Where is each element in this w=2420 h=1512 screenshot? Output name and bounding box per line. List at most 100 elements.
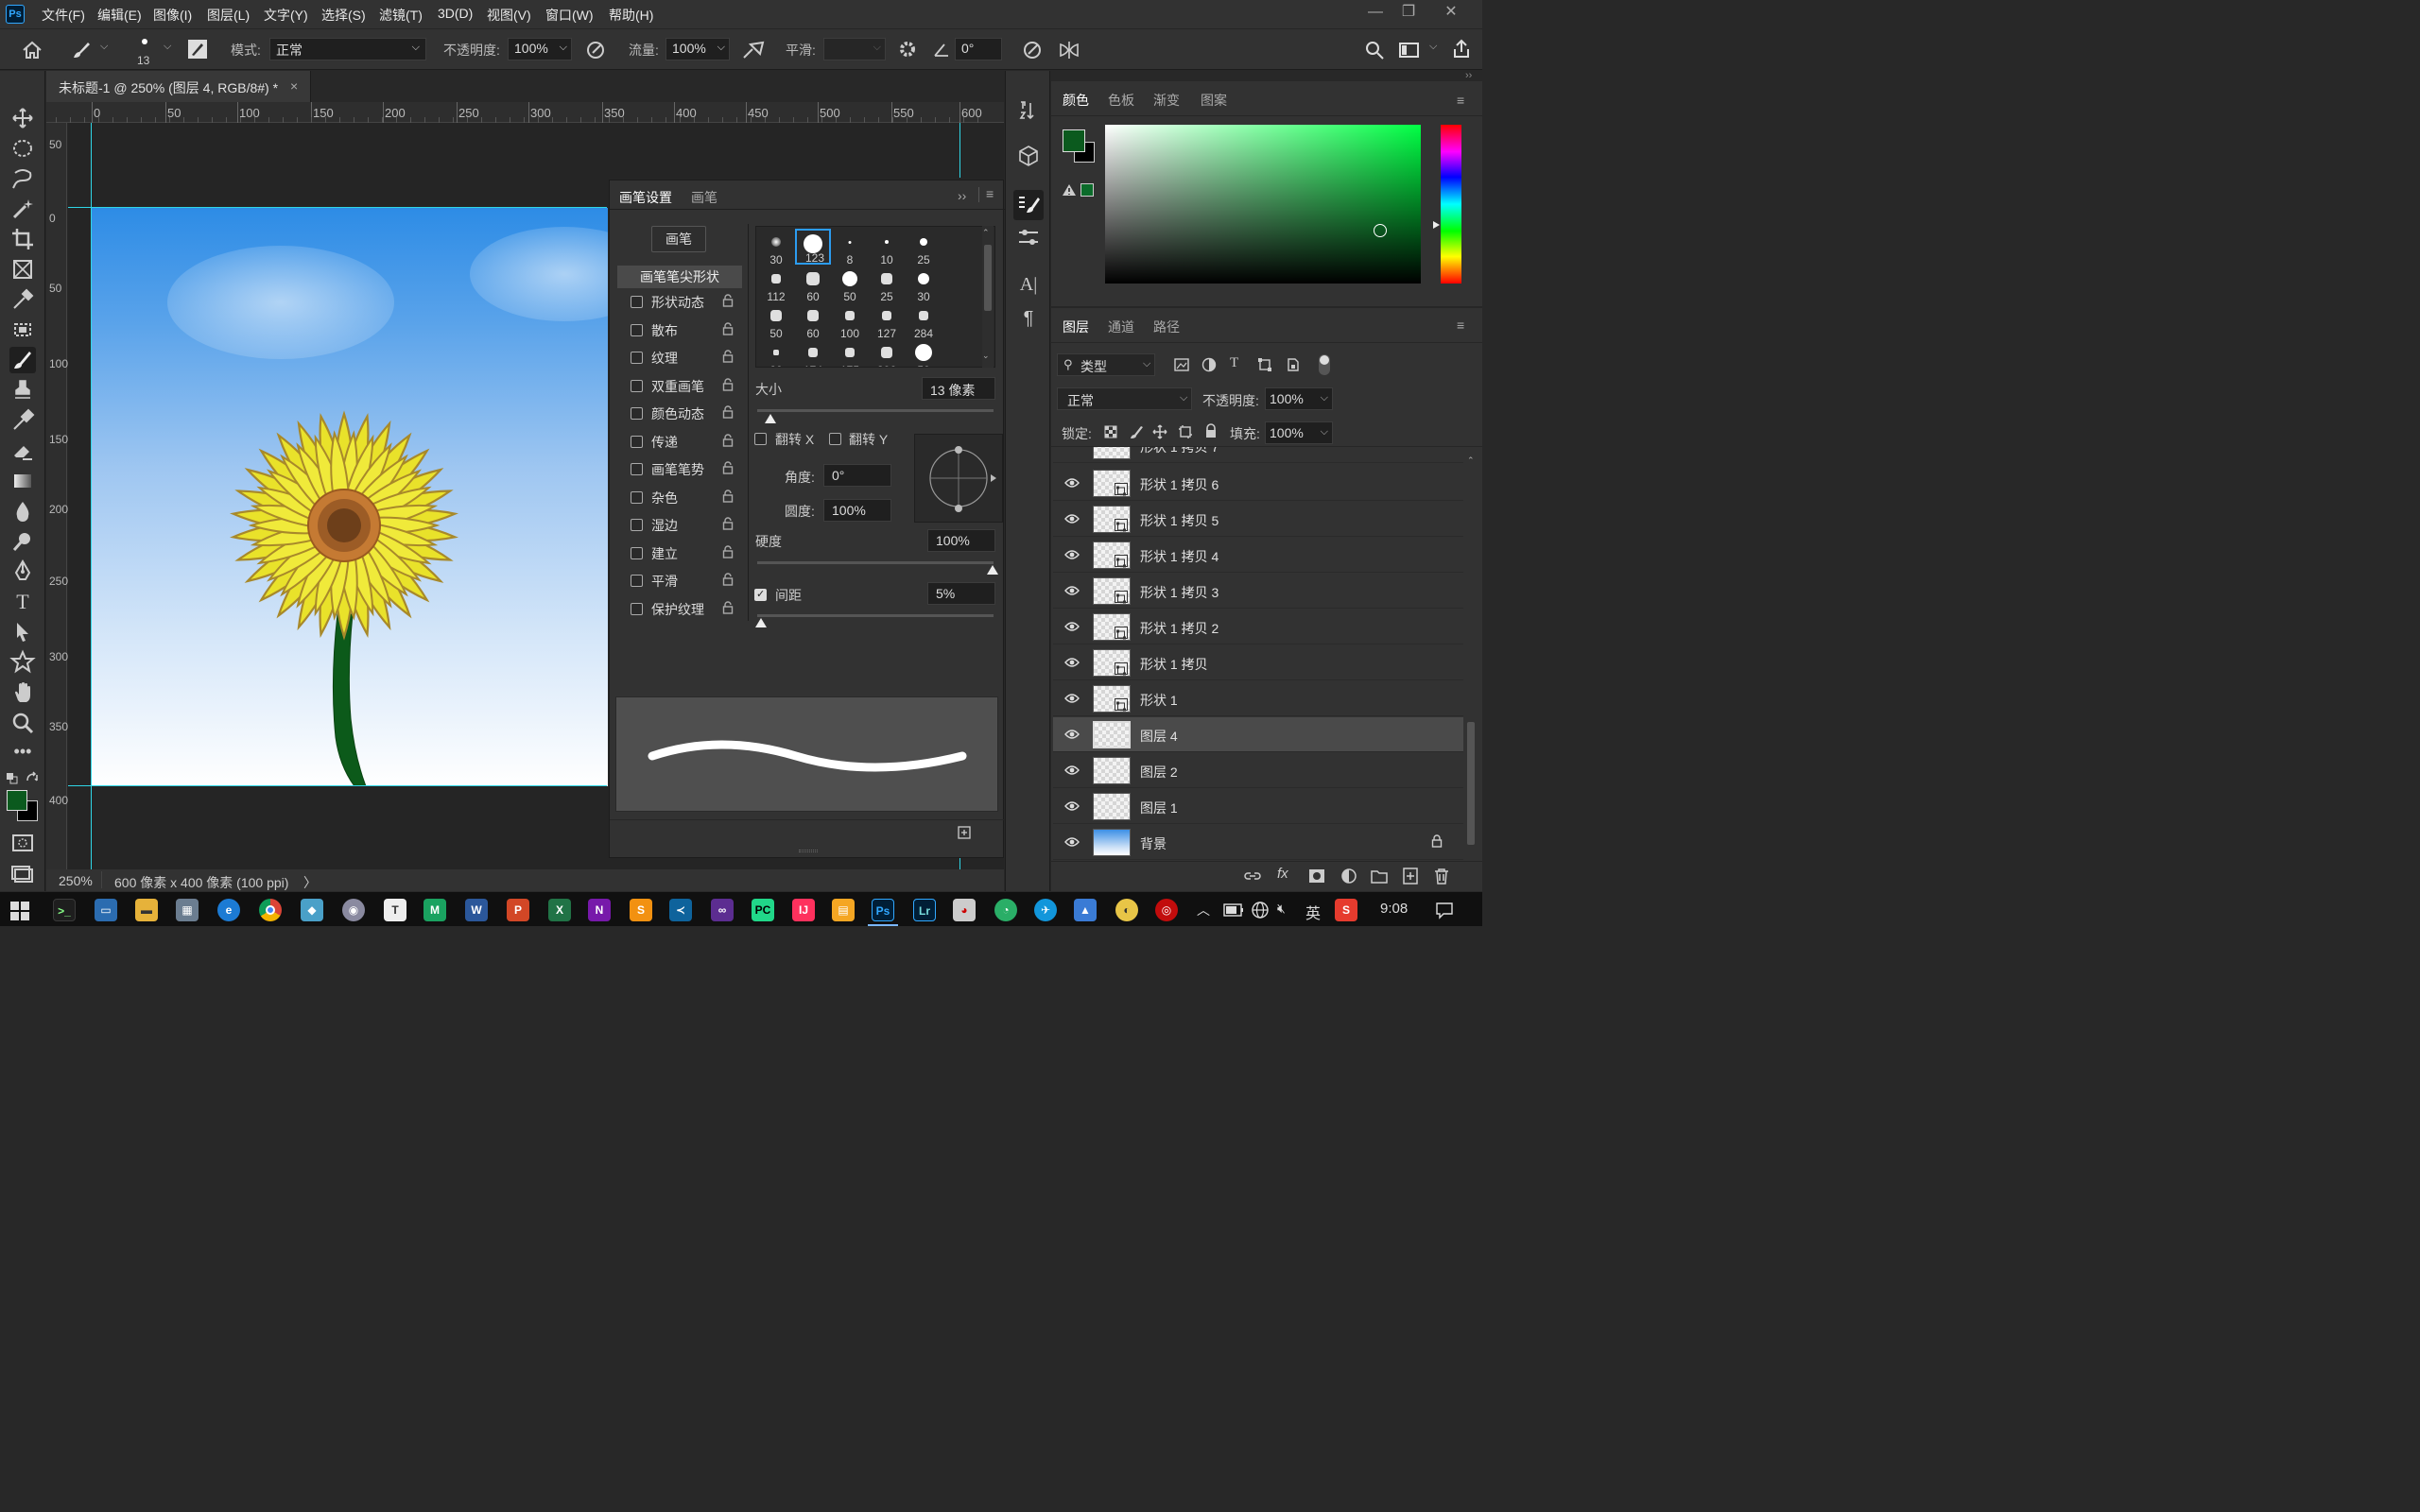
lock-icon[interactable]	[1431, 834, 1443, 850]
option-checkbox[interactable]	[631, 463, 643, 475]
info-menu-arrow[interactable]: 〉	[303, 873, 317, 892]
brush-preview-dot[interactable]	[142, 39, 147, 44]
visibility-eye-icon[interactable]	[1064, 799, 1080, 815]
close-window-button[interactable]: ✕	[1434, 2, 1468, 23]
sublime-icon[interactable]: S	[630, 899, 652, 921]
guide-line[interactable]	[959, 123, 960, 178]
tab-layers-panel[interactable]: 图层	[1063, 318, 1089, 336]
search-icon[interactable]	[1364, 40, 1385, 60]
sogou-input-icon[interactable]: S	[1335, 899, 1357, 921]
ellipse-marquee-icon[interactable]	[9, 135, 36, 162]
explorer-pc-app-icon[interactable]: ▭	[95, 899, 117, 921]
opacity-field[interactable]: 100% ⌵	[508, 38, 572, 60]
menu-item[interactable]: 文字(Y)	[264, 6, 308, 25]
wechat-icon[interactable]: ◔	[994, 899, 1017, 921]
move-tool-icon[interactable]	[9, 105, 36, 131]
tab-color-panel[interactable]: 图案	[1201, 91, 1227, 110]
delete-layer-icon[interactable]	[1434, 868, 1449, 885]
terminal-app-icon[interactable]: >_	[53, 899, 76, 921]
custom-shape-icon[interactable]	[9, 649, 36, 676]
layer-row[interactable]: 背景	[1053, 825, 1463, 860]
workspace-icon[interactable]	[1398, 41, 1421, 60]
flip-x-checkbox[interactable]	[754, 433, 767, 445]
lock-transparent-icon[interactable]	[1104, 425, 1117, 438]
spacing-checkbox[interactable]	[754, 588, 767, 601]
layer-opacity-field[interactable]: 100% ⌵	[1265, 387, 1333, 410]
minimize-button[interactable]: —	[1358, 2, 1392, 23]
panel-menu-icon[interactable]: ≡	[1457, 93, 1464, 108]
layer-row[interactable]: 形状 1 拷贝 2	[1053, 610, 1463, 644]
roundness-field[interactable]: 100%	[823, 499, 891, 522]
notification-icon[interactable]	[1435, 901, 1454, 919]
visibility-eye-icon[interactable]	[1064, 584, 1080, 599]
more-tools-icon[interactable]: •••	[9, 738, 36, 765]
brush-option-item[interactable]: 画笔笔势	[617, 458, 742, 483]
layer-row[interactable]: 图层 2	[1053, 753, 1463, 788]
app-icon[interactable]: ◆	[301, 899, 323, 921]
angle-field[interactable]: 0°	[823, 464, 891, 487]
pressure-size-icon[interactable]	[1021, 39, 1044, 61]
adjustment-layer-icon[interactable]	[1340, 868, 1357, 885]
photoshop-taskbar-icon[interactable]: Ps	[872, 899, 894, 921]
gear-icon[interactable]	[897, 39, 918, 60]
lock-icon[interactable]	[722, 489, 734, 503]
menu-item[interactable]: 编辑(E)	[97, 6, 142, 25]
zoom-tool-icon[interactable]	[9, 710, 36, 736]
lasso-tool-icon[interactable]	[9, 165, 36, 192]
chevron-down-icon[interactable]: ⌵	[100, 41, 108, 53]
option-checkbox[interactable]	[631, 407, 643, 420]
type-filter-icon[interactable]: T	[1230, 355, 1238, 371]
link-layers-icon[interactable]	[1244, 868, 1261, 884]
size-slider-knob[interactable]	[765, 414, 776, 423]
resize-grip[interactable]	[799, 850, 818, 852]
menu-item[interactable]: 图像(I)	[153, 6, 192, 25]
brush-tip[interactable]: 123	[795, 229, 831, 265]
hardness-field[interactable]: 100%	[927, 529, 995, 552]
lightroom-icon[interactable]: Lr	[913, 899, 936, 921]
color-picker-cursor[interactable]	[1374, 224, 1387, 237]
visibility-eye-icon[interactable]	[1064, 548, 1080, 563]
typora-icon[interactable]: T	[384, 899, 406, 921]
eraser-icon[interactable]	[9, 438, 36, 464]
home-icon[interactable]	[21, 40, 43, 60]
layer-thumbnail[interactable]	[1093, 793, 1131, 820]
lock-icon[interactable]	[722, 377, 734, 391]
lock-icon[interactable]	[722, 405, 734, 419]
quick-mask-icon[interactable]	[11, 833, 34, 852]
new-group-icon[interactable]	[1371, 868, 1388, 884]
chevron-up-icon[interactable]: ︿	[1197, 901, 1210, 919]
lock-pixels-icon[interactable]	[1129, 424, 1144, 439]
feishu-icon[interactable]: ✈	[1034, 899, 1057, 921]
visibility-eye-icon[interactable]	[1064, 512, 1080, 527]
menu-item[interactable]: 滤镜(T)	[379, 6, 423, 25]
excel-icon[interactable]: X	[548, 899, 571, 921]
brush-tip[interactable]: 80	[758, 339, 794, 367]
brush-tip[interactable]: 284	[906, 302, 942, 340]
option-checkbox[interactable]	[631, 379, 643, 392]
file-explorer-icon[interactable]: ▬	[135, 899, 158, 921]
size-field[interactable]: 13 像素	[922, 377, 995, 400]
lock-icon[interactable]	[722, 573, 734, 586]
guide-line[interactable]	[68, 207, 607, 208]
magic-wand-icon[interactable]	[9, 196, 36, 222]
brush-tip[interactable]: 127	[869, 302, 905, 340]
gamut-swatch[interactable]	[1080, 183, 1094, 197]
foreground-color-swatch[interactable]	[1063, 129, 1085, 152]
brush-tip[interactable]: 50	[832, 266, 868, 303]
panel-menu-icon[interactable]: ≡	[1457, 318, 1464, 333]
layers-scrollbar[interactable]: ⌃	[1465, 454, 1478, 860]
new-brush-icon[interactable]	[958, 826, 971, 839]
layer-row[interactable]: 形状 1 拷贝 3	[1053, 574, 1463, 609]
brush-tool-preset-icon[interactable]	[70, 39, 93, 61]
tab-brushes[interactable]: 画笔	[691, 188, 717, 207]
hue-slider-pointer[interactable]	[1433, 221, 1440, 229]
history-brush-icon[interactable]	[9, 407, 36, 434]
brush-tip[interactable]: 25	[869, 266, 905, 303]
clock[interactable]: 9:08	[1380, 901, 1408, 917]
gradient-tool-icon[interactable]	[9, 468, 36, 494]
menu-item[interactable]: 选择(S)	[321, 6, 366, 25]
lock-icon[interactable]	[722, 544, 734, 558]
document-tab[interactable]: 未标题-1 @ 250% (图层 4, RGB/8#) * ×	[46, 71, 311, 102]
brush-tip[interactable]: 50	[906, 339, 942, 367]
option-checkbox[interactable]	[631, 575, 643, 587]
